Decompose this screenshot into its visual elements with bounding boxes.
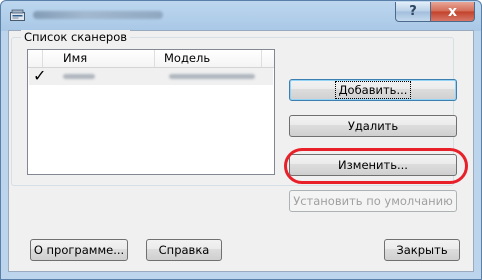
window-title-obscured xyxy=(33,11,163,19)
scanner-app-icon xyxy=(10,9,25,22)
column-header-name[interactable]: Имя xyxy=(43,50,155,67)
close-title-button[interactable]: x xyxy=(430,2,475,22)
close-button[interactable]: Закрыть xyxy=(384,239,460,261)
checkmark-icon: ✓ xyxy=(33,66,47,85)
scanner-model-obscured xyxy=(169,74,255,79)
highlight-annotation xyxy=(284,148,468,184)
title-bar[interactable]: ? x xyxy=(1,1,481,31)
help-title-button[interactable]: ? xyxy=(395,2,431,22)
close-icon: x xyxy=(447,3,458,20)
group-label: Список сканеров xyxy=(21,30,131,44)
list-item[interactable]: ✓ xyxy=(29,66,273,85)
add-button[interactable]: Добавить... xyxy=(289,79,457,101)
set-default-button[interactable]: Установить по умолчанию xyxy=(289,190,457,212)
column-header-check[interactable] xyxy=(28,50,43,67)
about-button[interactable]: О программе... xyxy=(30,239,128,261)
list-header: Имя Модель xyxy=(28,50,274,68)
help-button[interactable]: Справка xyxy=(146,239,222,261)
scanner-list[interactable]: Имя Модель ✓ xyxy=(27,49,275,175)
scanner-name-obscured xyxy=(63,74,95,79)
column-header-model[interactable]: Модель xyxy=(156,50,262,67)
question-icon: ? xyxy=(409,4,417,19)
delete-button[interactable]: Удалить xyxy=(289,115,457,137)
